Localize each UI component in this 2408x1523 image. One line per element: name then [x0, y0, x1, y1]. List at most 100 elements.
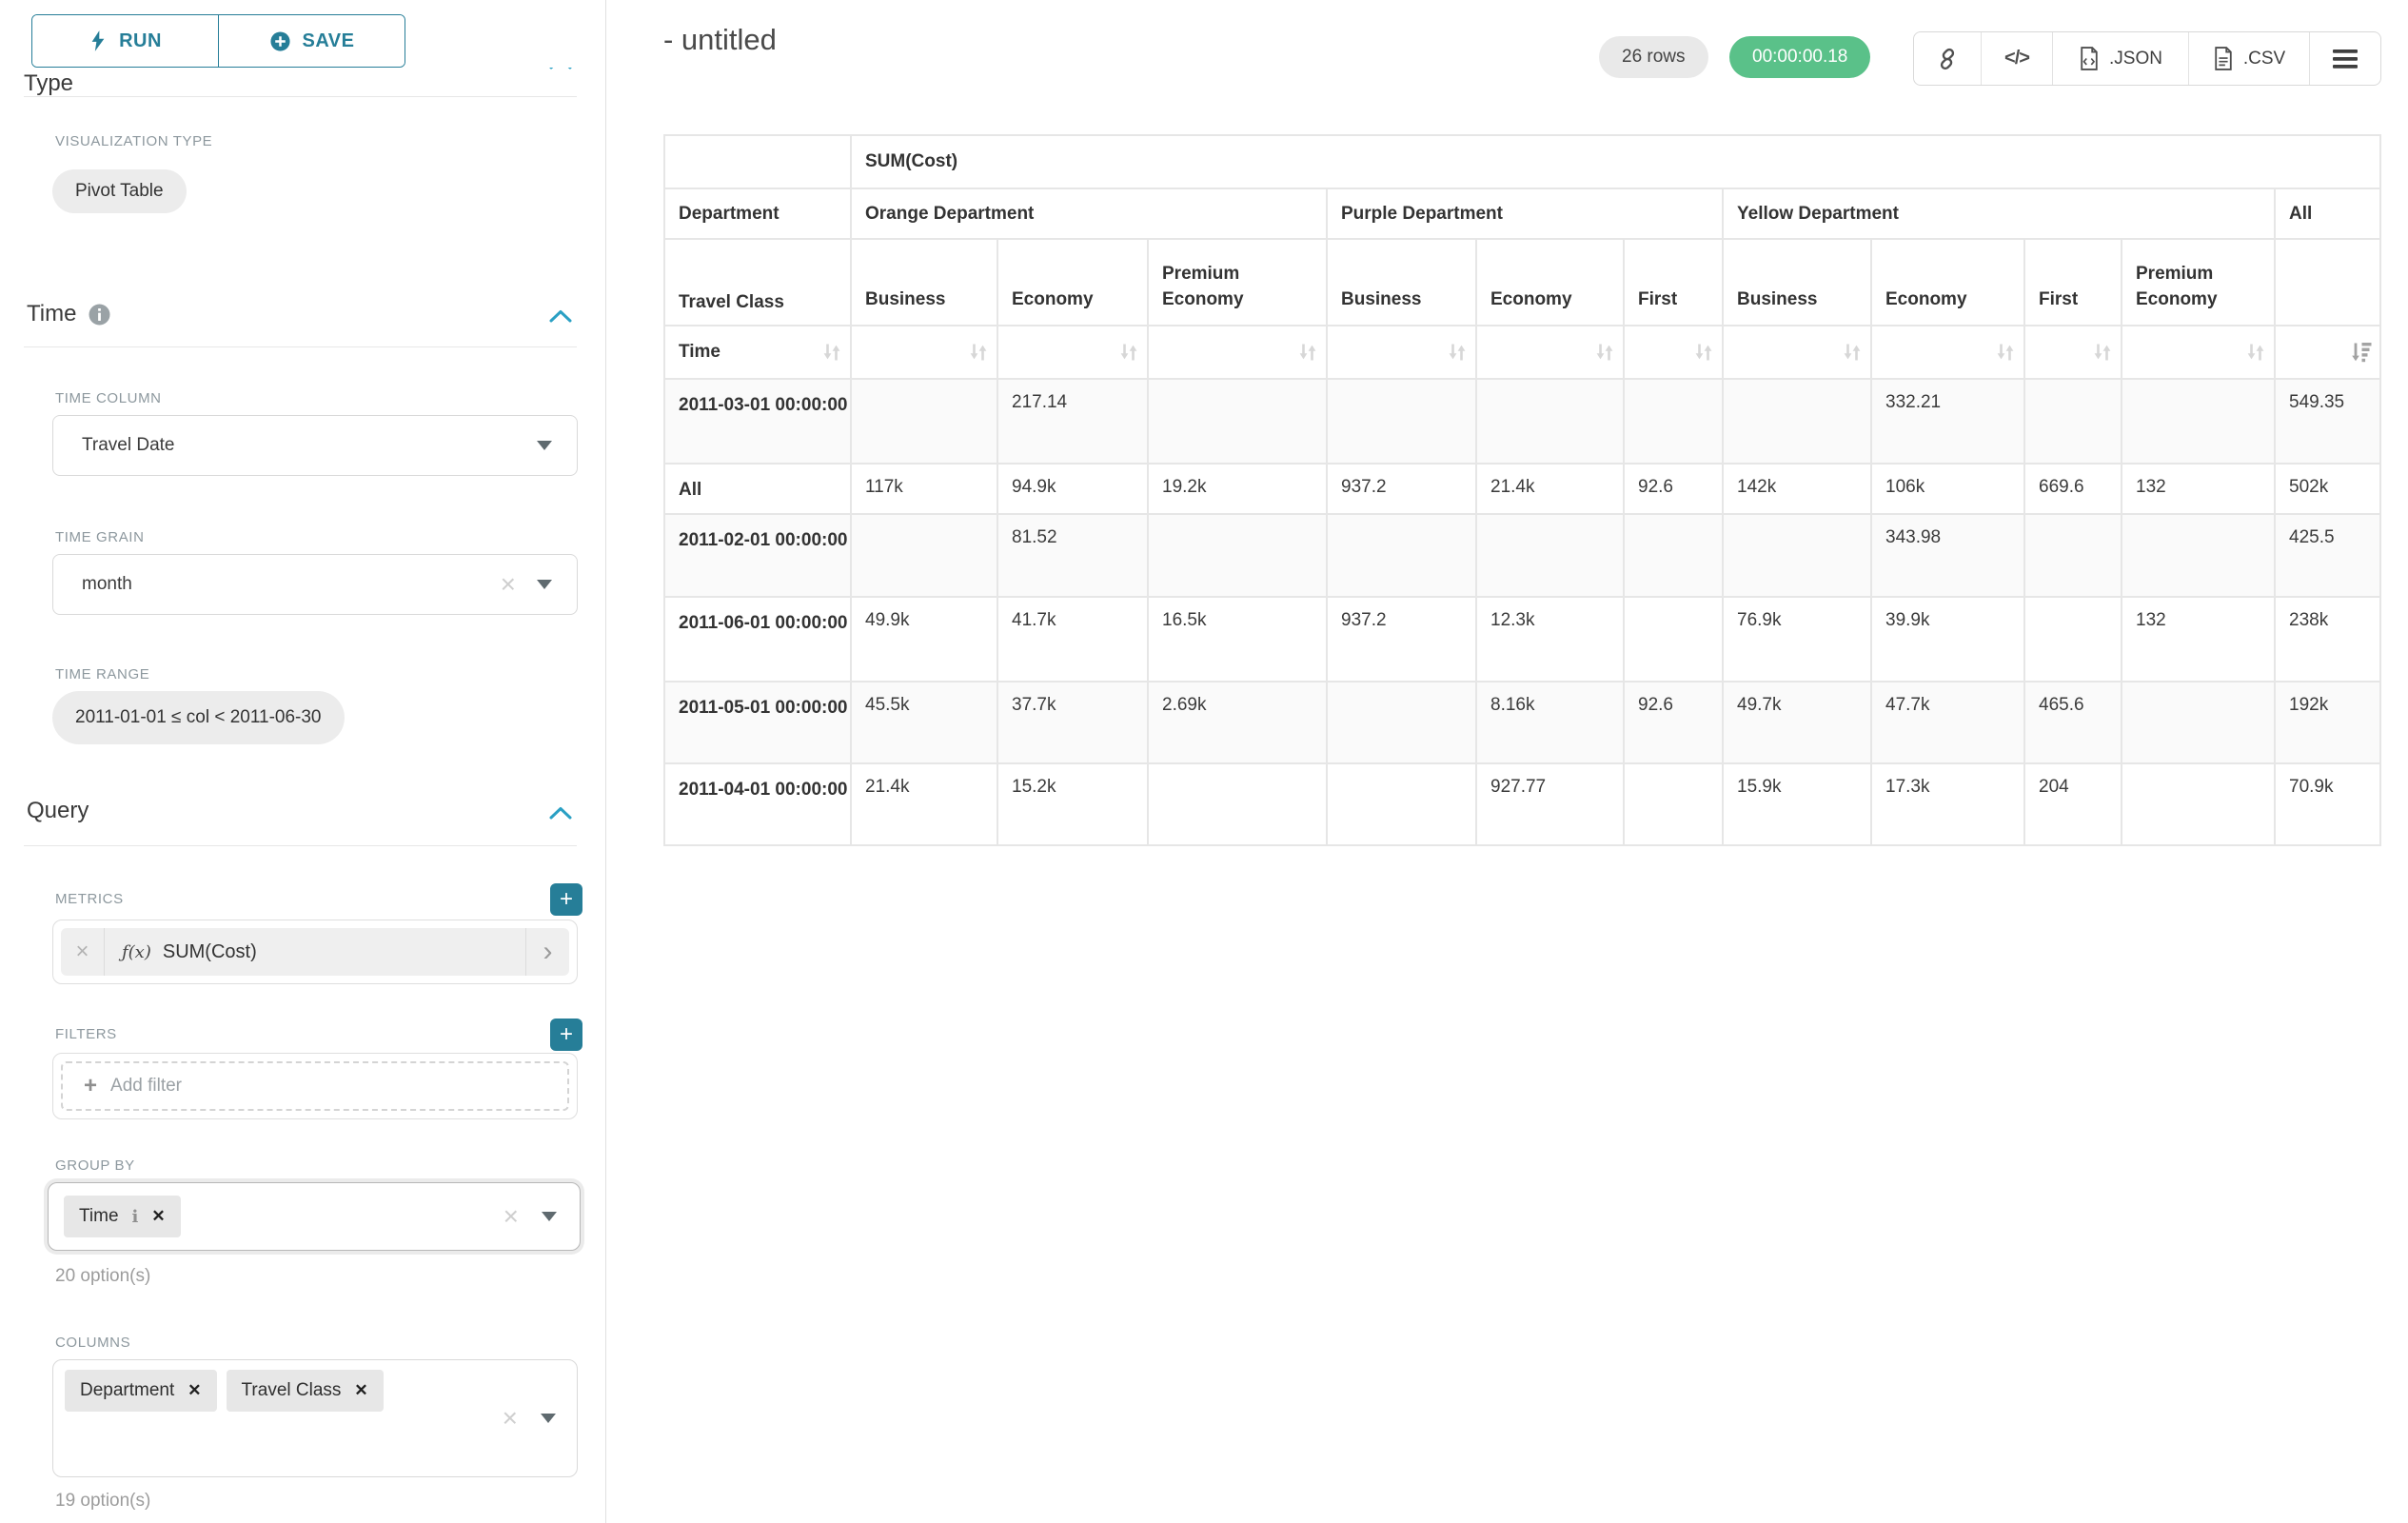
pivot-class-label: Premium Economy: [2136, 261, 2239, 313]
collapse-time-section-icon[interactable]: [548, 308, 573, 328]
sort-icon[interactable]: [1691, 340, 1716, 365]
group-by-select[interactable]: Time i ✕ ×: [48, 1182, 581, 1251]
sort-icon[interactable]: [1445, 340, 1470, 365]
pivot-class-label: Economy: [1885, 287, 1967, 313]
remove-tag-icon[interactable]: ✕: [354, 1381, 367, 1400]
table-row: 2011-05-01 00:00:0045.5k37.7k2.69k8.16k9…: [664, 682, 2380, 763]
group-by-item-time[interactable]: Time i ✕: [64, 1196, 181, 1237]
columns-item-department[interactable]: Department ✕: [65, 1370, 217, 1412]
control-panel: Chart Type RUN SAVE: [0, 0, 606, 1523]
add-metric-button[interactable]: +: [550, 883, 582, 916]
remove-tag-icon[interactable]: ✕: [151, 1207, 165, 1226]
pivot-group-header: Orange Department: [851, 188, 1327, 239]
sort-icon[interactable]: [2243, 340, 2268, 365]
pivot-group-header: All: [2275, 188, 2380, 239]
sort-icon[interactable]: [1592, 340, 1617, 365]
sort-icon[interactable]: [1295, 340, 1320, 365]
remove-tag-icon[interactable]: ✕: [188, 1381, 201, 1400]
sort-icon[interactable]: [1993, 340, 2018, 365]
pivot-dimension-label: Travel Class: [664, 239, 851, 326]
clear-icon[interactable]: ×: [503, 1203, 519, 1230]
group-by-item-label: Time: [79, 1206, 119, 1227]
pivot-class-header: Business: [851, 239, 997, 326]
chart-title[interactable]: - untitled: [663, 23, 777, 57]
pivot-value-cell: 117k: [851, 464, 997, 514]
group-by-options-hint: 20 option(s): [55, 1266, 150, 1287]
columns-label: COLUMNS: [55, 1335, 130, 1351]
pivot-sort-cell: [851, 326, 997, 379]
chevron-down-icon[interactable]: [541, 1414, 556, 1423]
pivot-value-cell: [1624, 514, 1723, 597]
columns-options-hint: 19 option(s): [55, 1491, 150, 1512]
copy-link-button[interactable]: [1914, 32, 1981, 85]
time-grain-select[interactable]: month ×: [52, 554, 578, 615]
sort-icon[interactable]: [1840, 340, 1865, 365]
pivot-sort-cell: [2275, 326, 2380, 379]
sort-desc-active-icon[interactable]: [2349, 340, 2374, 365]
chevron-right-icon[interactable]: ›: [525, 928, 569, 976]
run-button[interactable]: RUN: [32, 15, 218, 67]
sort-icon[interactable]: [966, 340, 991, 365]
chevron-down-icon[interactable]: [537, 441, 552, 450]
more-options-button[interactable]: [2309, 32, 2380, 85]
pivot-sort-cell: [1624, 326, 1723, 379]
file-json-icon: [2079, 46, 2100, 71]
add-filter-dropzone[interactable]: + Add filter: [61, 1061, 569, 1111]
pivot-sort-cell: [2024, 326, 2122, 379]
table-row: 2011-06-01 00:00:0049.9k41.7k16.5k937.21…: [664, 597, 2380, 682]
pivot-class-label: Business: [865, 287, 945, 313]
pivot-corner-cell: [664, 135, 851, 188]
pivot-class-label: Economy: [1490, 287, 1572, 313]
pivot-value-cell: 343.98: [1871, 514, 2024, 597]
pivot-class-label: Premium Economy: [1162, 261, 1265, 313]
pivot-class-row: Travel Class Business Economy Premium Econo…: [664, 239, 2380, 326]
pivot-table: SUM(Cost)DepartmentOrange DepartmentPurp…: [663, 134, 2381, 846]
plus-circle-icon: [269, 30, 291, 52]
export-json-label: .JSON: [2109, 49, 2162, 69]
pivot-value-cell: 132: [2122, 464, 2275, 514]
add-filter-button[interactable]: +: [550, 1019, 582, 1051]
chevron-down-icon[interactable]: [537, 580, 552, 589]
pivot-value-cell: 2.69k: [1148, 682, 1327, 763]
clear-icon[interactable]: ×: [503, 1405, 518, 1432]
metric-item[interactable]: × ƒ(x) SUM(Cost) ›: [61, 928, 569, 976]
export-json-button[interactable]: .JSON: [2052, 32, 2188, 85]
pivot-class-header: Economy: [1871, 239, 2024, 326]
code-icon: </>: [2004, 48, 2029, 69]
sort-icon[interactable]: [2090, 340, 2115, 365]
pivot-value-cell: [851, 379, 997, 464]
metrics-control: × ƒ(x) SUM(Cost) ›: [52, 920, 578, 984]
metric-name: SUM(Cost): [163, 941, 257, 963]
pivot-class-header: Business: [1723, 239, 1871, 326]
sort-icon[interactable]: [819, 340, 844, 365]
clear-icon[interactable]: ×: [501, 571, 516, 598]
remove-metric-icon[interactable]: ×: [61, 928, 105, 976]
pivot-value-cell: 94.9k: [997, 464, 1148, 514]
table-row: 2011-03-01 00:00:00217.14332.21549.35: [664, 379, 2380, 464]
sticky-action-bar: RUN SAVE: [0, 0, 605, 68]
pivot-sort-row: Time: [664, 326, 2380, 379]
time-column-select[interactable]: Travel Date: [52, 415, 578, 476]
pivot-class-header: [2275, 239, 2380, 326]
export-csv-button[interactable]: .CSV: [2188, 32, 2309, 85]
pivot-row-label: All: [664, 464, 851, 514]
time-range-value[interactable]: 2011-01-01 ≤ col < 2011-06-30: [52, 691, 345, 744]
collapse-query-section-icon[interactable]: [548, 805, 573, 825]
chevron-down-icon[interactable]: [542, 1212, 557, 1221]
pivot-value-cell: 332.21: [1871, 379, 2024, 464]
columns-item-travel-class[interactable]: Travel Class ✕: [227, 1370, 384, 1412]
pivot-sort-cell: [1148, 326, 1327, 379]
columns-select[interactable]: Department ✕ Travel Class ✕ ×: [52, 1359, 578, 1477]
pivot-value-cell: 21.4k: [851, 763, 997, 845]
pivot-table-container: SUM(Cost)DepartmentOrange DepartmentPurp…: [663, 134, 2381, 846]
sort-icon[interactable]: [1116, 340, 1141, 365]
pivot-value-cell: 192k: [2275, 682, 2380, 763]
pivot-row-label: 2011-03-01 00:00:00: [664, 379, 851, 464]
visualization-type-value[interactable]: Pivot Table: [52, 169, 187, 213]
info-icon: [88, 303, 111, 326]
pivot-value-cell: 81.52: [997, 514, 1148, 597]
save-button[interactable]: SAVE: [218, 15, 405, 67]
view-query-button[interactable]: </>: [1981, 32, 2052, 85]
pivot-value-cell: [851, 514, 997, 597]
filters-control: + Add filter: [52, 1053, 578, 1119]
